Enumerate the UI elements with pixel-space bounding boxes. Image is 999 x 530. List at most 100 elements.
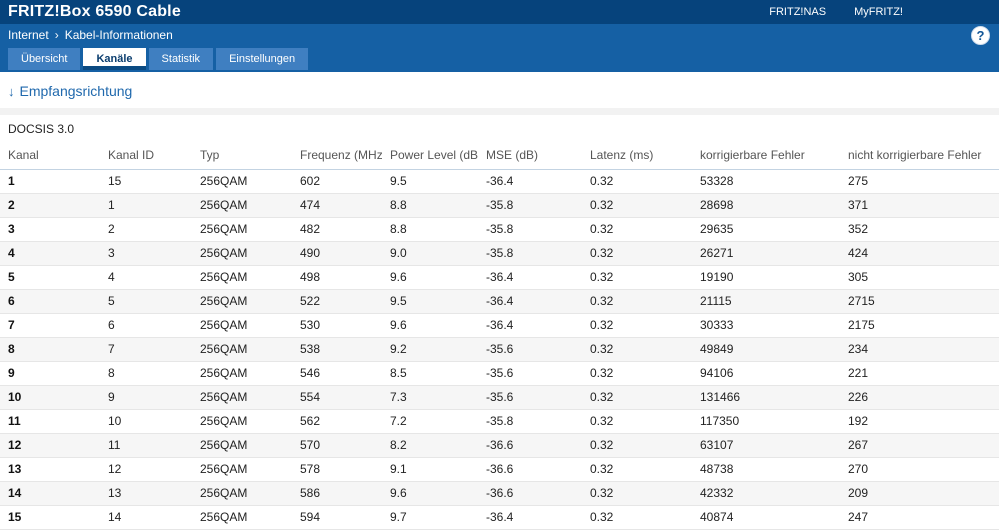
table-cell: 256QAM <box>192 169 292 194</box>
table-cell: 40874 <box>692 505 840 530</box>
breadcrumb-separator-icon: › <box>54 28 59 42</box>
table-cell: 498 <box>292 265 382 290</box>
table-cell: 256QAM <box>192 337 292 362</box>
column-header: Power Level (dBmV) <box>382 143 478 170</box>
help-button[interactable]: ? <box>971 26 990 45</box>
table-cell: 5 <box>100 289 192 314</box>
table-cell: 117350 <box>692 409 840 434</box>
table-cell: 546 <box>292 361 382 386</box>
tab-einstellungen[interactable]: Einstellungen <box>216 48 309 70</box>
table-cell: 256QAM <box>192 217 292 242</box>
column-header: Frequenz (MHz) <box>292 143 382 170</box>
table-cell: 0.32 <box>582 433 692 458</box>
table-cell: 11 <box>100 433 192 458</box>
table-cell: 490 <box>292 241 382 266</box>
breadcrumb-internet[interactable]: Internet <box>8 28 49 42</box>
table-row: 13 12 256QAM 578 9.1 -36.6 0.32 48738 270 <box>0 457 999 482</box>
section-empfangsrichtung[interactable]: ↓ Empfangsrichtung <box>8 83 999 99</box>
table-cell: 9.2 <box>382 337 478 362</box>
column-header: Kanal <box>0 143 100 170</box>
table-cell: 11 <box>0 409 100 434</box>
fritznas-link[interactable]: FRITZ!NAS <box>769 6 826 18</box>
table-cell: 538 <box>292 337 382 362</box>
table-cell: 256QAM <box>192 265 292 290</box>
table-cell: -36.6 <box>478 457 582 482</box>
table-cell: 9 <box>0 361 100 386</box>
content: ↓ Empfangsrichtung DOCSIS 3.0 Kanal Kanal… <box>0 83 999 530</box>
table-cell: 0.32 <box>582 193 692 218</box>
table-cell: 275 <box>840 169 999 194</box>
column-header: korrigierbare Fehler <box>692 143 840 170</box>
table-cell: 29635 <box>692 217 840 242</box>
table-cell: 256QAM <box>192 385 292 410</box>
table-row: 4 3 256QAM 490 9.0 -35.8 0.32 26271 424 <box>0 241 999 266</box>
tab-uebersicht[interactable]: Übersicht <box>8 48 81 70</box>
table-cell: 602 <box>292 169 382 194</box>
table-cell: 256QAM <box>192 313 292 338</box>
table-cell: 256QAM <box>192 361 292 386</box>
table-header-row: Kanal Kanal ID Typ Frequenz (MHz) Power Leve… <box>0 143 999 170</box>
table-cell: -36.6 <box>478 481 582 506</box>
table-top-strip <box>0 108 999 115</box>
channel-table-body: 1 15 256QAM 602 9.5 -36.4 0.32 53328 275 2 1 256QAM… <box>0 169 999 530</box>
table-cell: 554 <box>292 385 382 410</box>
table-cell: -35.8 <box>478 241 582 266</box>
table-cell: 530 <box>292 313 382 338</box>
table-cell: 9.0 <box>382 241 478 266</box>
table-cell: -36.4 <box>478 289 582 314</box>
table-row: 3 2 256QAM 482 8.8 -35.8 0.32 29635 352 <box>0 217 999 242</box>
tab-kanaele[interactable]: Kanäle <box>83 48 146 70</box>
table-cell: 21115 <box>692 289 840 314</box>
table-row: 8 7 256QAM 538 9.2 -35.6 0.32 49849 234 <box>0 337 999 362</box>
table-cell: 12 <box>0 433 100 458</box>
table-cell: 594 <box>292 505 382 530</box>
table-cell: 7 <box>0 313 100 338</box>
tab-statistik[interactable]: Statistik <box>148 48 214 70</box>
table-cell: 209 <box>840 481 999 506</box>
table-cell: -36.4 <box>478 313 582 338</box>
table-cell: 2175 <box>840 313 999 338</box>
table-cell: 256QAM <box>192 481 292 506</box>
table-row: 15 14 256QAM 594 9.7 -36.4 0.32 40874 247 <box>0 505 999 530</box>
table-cell: 256QAM <box>192 193 292 218</box>
table-cell: 256QAM <box>192 505 292 530</box>
table-cell: 9.6 <box>382 265 478 290</box>
table-cell: -35.8 <box>478 217 582 242</box>
table-cell: 270 <box>840 457 999 482</box>
table-cell: 49849 <box>692 337 840 362</box>
table-row: 6 5 256QAM 522 9.5 -36.4 0.32 21115 2715 <box>0 289 999 314</box>
table-cell: 482 <box>292 217 382 242</box>
table-cell: 0.32 <box>582 169 692 194</box>
table-cell: 6 <box>0 289 100 314</box>
table-cell: 0.32 <box>582 481 692 506</box>
table-row: 7 6 256QAM 530 9.6 -36.4 0.32 30333 2175 <box>0 313 999 338</box>
table-cell: 8 <box>100 361 192 386</box>
table-cell: 234 <box>840 337 999 362</box>
table-cell: 3 <box>0 217 100 242</box>
table-cell: 13 <box>0 457 100 482</box>
table-cell: 267 <box>840 433 999 458</box>
table-cell: 0.32 <box>582 313 692 338</box>
table-cell: 9.7 <box>382 505 478 530</box>
table-cell: 3 <box>100 241 192 266</box>
table-cell: 247 <box>840 505 999 530</box>
myfritz-link[interactable]: MyFRITZ! <box>854 6 903 18</box>
table-cell: 131466 <box>692 385 840 410</box>
table-cell: -35.8 <box>478 193 582 218</box>
table-cell: 8.8 <box>382 217 478 242</box>
table-cell: 0.32 <box>582 337 692 362</box>
table-cell: 0.32 <box>582 265 692 290</box>
table-row: 9 8 256QAM 546 8.5 -35.6 0.32 94106 221 <box>0 361 999 386</box>
page-title: FRITZ!Box 6590 Cable <box>8 3 181 20</box>
table-cell: 15 <box>0 505 100 530</box>
table-cell: 8 <box>0 337 100 362</box>
table-cell: -36.6 <box>478 433 582 458</box>
table-cell: 9.5 <box>382 289 478 314</box>
table-cell: -36.4 <box>478 505 582 530</box>
table-cell: 221 <box>840 361 999 386</box>
column-header: Latenz (ms) <box>582 143 692 170</box>
table-cell: 0.32 <box>582 505 692 530</box>
table-cell: 256QAM <box>192 433 292 458</box>
table-row: 2 1 256QAM 474 8.8 -35.8 0.32 28698 371 <box>0 193 999 218</box>
table-cell: -35.6 <box>478 361 582 386</box>
